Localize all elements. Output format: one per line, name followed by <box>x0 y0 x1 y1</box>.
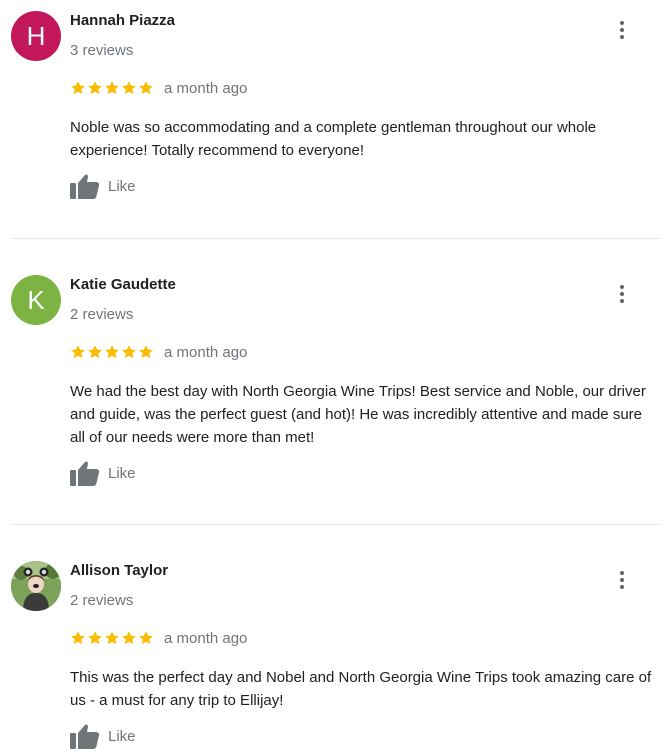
reviewer-avatar[interactable] <box>11 561 61 611</box>
review-divider <box>11 524 661 525</box>
review-date: a month ago <box>164 343 248 361</box>
reviewer-name[interactable]: Hannah Piazza <box>70 12 175 29</box>
avatar-letter: H <box>26 20 46 51</box>
review-card: K Katie Gaudette 2 reviews a month ago W… <box>0 264 672 524</box>
star-icon <box>122 345 136 359</box>
like-label: Like <box>108 727 136 745</box>
profile-photo-icon <box>11 561 61 611</box>
star-icon <box>122 631 136 645</box>
star-icon <box>139 345 153 359</box>
star-icon <box>88 345 102 359</box>
star-rating <box>70 344 154 360</box>
star-rating <box>70 80 154 96</box>
thumbs-up-icon <box>70 461 100 486</box>
star-icon <box>105 81 119 95</box>
like-label: Like <box>108 177 136 195</box>
more-options-button[interactable] <box>612 568 632 592</box>
review-text: We had the best day with North Georgia W… <box>70 383 646 446</box>
reviewer-avatar[interactable]: K <box>11 275 61 325</box>
star-icon <box>105 631 119 645</box>
star-icon <box>105 345 119 359</box>
star-icon <box>88 631 102 645</box>
reviewer-review-count[interactable]: 2 reviews <box>70 306 133 323</box>
star-icon <box>71 345 85 359</box>
reviewer-review-count[interactable]: 2 reviews <box>70 592 133 609</box>
reviewer-name[interactable]: Katie Gaudette <box>70 276 176 293</box>
reviewer-review-count[interactable]: 3 reviews <box>70 42 133 59</box>
star-icon <box>122 81 136 95</box>
star-icon <box>88 81 102 95</box>
more-options-button[interactable] <box>612 18 632 42</box>
avatar-letter: K <box>27 284 45 315</box>
rating-row: a month ago <box>70 78 247 98</box>
review-card: H Hannah Piazza 3 reviews a month ago No… <box>0 0 672 238</box>
rating-row: a month ago <box>70 342 247 362</box>
thumbs-up-icon <box>70 174 100 199</box>
rating-row: a month ago <box>70 628 247 648</box>
star-icon <box>71 631 85 645</box>
star-rating <box>70 630 154 646</box>
thumbs-up-icon <box>70 724 100 749</box>
review-divider <box>11 238 661 239</box>
more-options-button[interactable] <box>612 282 632 306</box>
like-button[interactable]: Like <box>70 723 136 749</box>
reviewer-avatar[interactable]: H <box>11 11 61 61</box>
review-date: a month ago <box>164 79 248 97</box>
review-date: a month ago <box>164 629 248 647</box>
review-text: Noble was so accommodating and a complet… <box>70 119 597 159</box>
reviewer-name[interactable]: Allison Taylor <box>70 562 168 579</box>
review-card: Allison Taylor 2 reviews a month ago Thi… <box>0 550 672 752</box>
star-icon <box>139 81 153 95</box>
like-button[interactable]: Like <box>70 173 136 199</box>
like-label: Like <box>108 464 136 482</box>
star-icon <box>139 631 153 645</box>
like-button[interactable]: Like <box>70 460 136 486</box>
star-icon <box>71 81 85 95</box>
review-text: This was the perfect day and Nobel and N… <box>70 669 652 709</box>
